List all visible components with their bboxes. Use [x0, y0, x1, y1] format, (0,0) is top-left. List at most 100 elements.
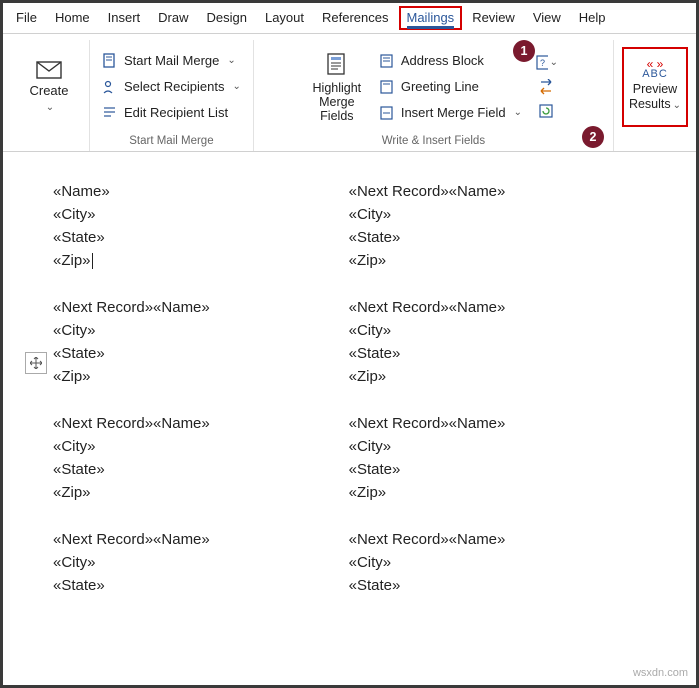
label-cell[interactable]: «Next Record»«Name» «City» «State» «Zip»: [349, 180, 645, 272]
tab-insert[interactable]: Insert: [100, 6, 149, 30]
group-start-label: Start Mail Merge: [129, 135, 213, 147]
step-badge-1: 1: [513, 40, 535, 62]
merge-field-zip: «Zip»: [349, 481, 645, 504]
create-label: Create: [29, 83, 68, 98]
tab-file[interactable]: File: [8, 6, 45, 30]
merge-field-city: «City»: [53, 203, 349, 226]
document-area: «Name» «City» «State» «Zip» «Next Record…: [3, 152, 696, 686]
label-cell[interactable]: «Next Record»«Name» «City» «State» «Zip»: [349, 296, 645, 388]
table-move-handle[interactable]: [25, 352, 47, 374]
group-write-insert: Highlight Merge Fields Address Block Gre…: [254, 40, 614, 151]
chevron-down-icon: ⌄: [232, 81, 240, 92]
greeting-line-button[interactable]: Greeting Line: [375, 75, 526, 99]
merge-field-zip: «Zip»: [53, 481, 349, 504]
address-block-label: Address Block: [401, 53, 484, 68]
tab-home[interactable]: Home: [47, 6, 98, 30]
merge-field-next-name: «Next Record»«Name»: [349, 296, 645, 319]
merge-field-state: «State»: [53, 226, 349, 249]
merge-field-city: «City»: [349, 435, 645, 458]
label-cell[interactable]: «Next Record»«Name» «City» «State» «Zip»: [53, 412, 349, 504]
greeting-line-label: Greeting Line: [401, 79, 479, 94]
merge-field-state: «State»: [349, 226, 645, 249]
rules-icon[interactable]: ?⌄: [536, 54, 558, 72]
tab-mailings-label: Mailings: [407, 10, 455, 25]
merge-field-zip: «Zip»: [53, 365, 349, 388]
merge-field-name: «Name»: [53, 180, 349, 203]
group-create-label: [47, 135, 50, 147]
merge-field-state: «State»: [349, 342, 645, 365]
start-mail-merge-button[interactable]: Start Mail Merge ⌄: [98, 49, 245, 73]
merge-field-state: «State»: [349, 574, 645, 597]
ribbon: Create ⌄ Start Mail Merge ⌄ Select Recip…: [3, 34, 696, 152]
label-cell[interactable]: «Name» «City» «State» «Zip»: [53, 180, 349, 272]
merge-field-zip: «Zip»: [349, 365, 645, 388]
tab-review[interactable]: Review: [464, 6, 523, 30]
document-icon: [102, 53, 118, 69]
preview-results-button[interactable]: « » ABC Preview Results⌄: [622, 47, 688, 127]
merge-field-next-name: «Next Record»«Name»: [349, 180, 645, 203]
chevron-down-icon: ⌄: [227, 55, 235, 66]
label-cell[interactable]: «Next Record»«Name» «City» «State» «Zip»: [53, 296, 349, 388]
merge-field-city: «City»: [53, 435, 349, 458]
merge-field-next-name: «Next Record»«Name»: [53, 528, 349, 551]
start-mail-merge-label: Start Mail Merge: [124, 53, 219, 68]
chevron-down-icon: ⌄: [514, 107, 522, 118]
merge-field-city: «City»: [349, 551, 645, 574]
merge-field-city: «City»: [349, 203, 645, 226]
preview-arrows-icon: « »: [647, 60, 664, 68]
insert-merge-field-button[interactable]: Insert Merge Field ⌄: [375, 101, 526, 125]
create-button[interactable]: Create ⌄: [17, 61, 81, 113]
update-labels-icon[interactable]: [536, 102, 558, 120]
tab-draw[interactable]: Draw: [150, 6, 196, 30]
group-create: Create ⌄: [9, 40, 90, 151]
select-recipients-label: Select Recipients: [124, 79, 224, 94]
group-write-label: Write & Insert Fields: [382, 135, 485, 147]
merge-field-next-name: «Next Record»«Name»: [349, 412, 645, 435]
edit-recipient-list-label: Edit Recipient List: [124, 105, 228, 120]
merge-field-state: «State»: [53, 342, 349, 365]
merge-field-next-name: «Next Record»«Name»: [53, 296, 349, 319]
list-edit-icon: [102, 105, 118, 121]
preview-results-label: Preview Results⌄: [629, 82, 681, 113]
step-badge-2: 2: [582, 126, 604, 148]
merge-field-zip: «Zip»: [349, 249, 645, 272]
group-preview: « » ABC Preview Results⌄: [614, 40, 690, 151]
highlight-label: Highlight Merge Fields: [305, 81, 369, 123]
tab-layout[interactable]: Layout: [257, 6, 312, 30]
ribbon-tabs: File Home Insert Draw Design Layout Refe…: [3, 3, 696, 34]
label-cell[interactable]: «Next Record»«Name» «City» «State» «Zip»: [349, 412, 645, 504]
people-icon: [102, 79, 118, 95]
merge-field-state: «State»: [349, 458, 645, 481]
label-cell[interactable]: «Next Record»«Name» «City» «State»: [349, 528, 645, 597]
address-block-icon: [379, 53, 395, 69]
greeting-icon: [379, 79, 395, 95]
match-fields-icon[interactable]: [536, 78, 558, 96]
abc-icon: ABC: [642, 68, 668, 80]
insert-merge-field-label: Insert Merge Field: [401, 105, 506, 120]
tab-mailings[interactable]: Mailings: [399, 6, 463, 30]
tab-references[interactable]: References: [314, 6, 396, 30]
insert-field-icon: [379, 105, 395, 121]
label-cell[interactable]: «Next Record»«Name» «City» «State»: [53, 528, 349, 597]
merge-field-state: «State»: [53, 458, 349, 481]
merge-field-city: «City»: [349, 319, 645, 342]
tab-view[interactable]: View: [525, 6, 569, 30]
tab-active-underline: [407, 26, 455, 29]
merge-field-state: «State»: [53, 574, 349, 597]
tab-design[interactable]: Design: [199, 6, 255, 30]
select-recipients-button[interactable]: Select Recipients ⌄: [98, 75, 245, 99]
chevron-down-icon: ⌄: [46, 102, 54, 113]
edit-recipient-list-button[interactable]: Edit Recipient List: [98, 101, 245, 125]
highlight-icon: [324, 51, 350, 77]
watermark: wsxdn.com: [633, 667, 688, 679]
svg-text:?: ?: [540, 58, 545, 68]
group-preview-label: [653, 135, 656, 147]
address-block-button[interactable]: Address Block: [375, 49, 526, 73]
chevron-down-icon: ⌄: [673, 100, 681, 111]
merge-field-next-name: «Next Record»«Name»: [53, 412, 349, 435]
merge-field-zip: «Zip»: [53, 249, 349, 272]
label-sheet: «Name» «City» «State» «Zip» «Next Record…: [17, 180, 682, 621]
highlight-merge-fields-button[interactable]: Highlight Merge Fields: [305, 51, 369, 123]
tab-help[interactable]: Help: [571, 6, 614, 30]
rules-match-update-col: ?⌄: [532, 54, 562, 120]
